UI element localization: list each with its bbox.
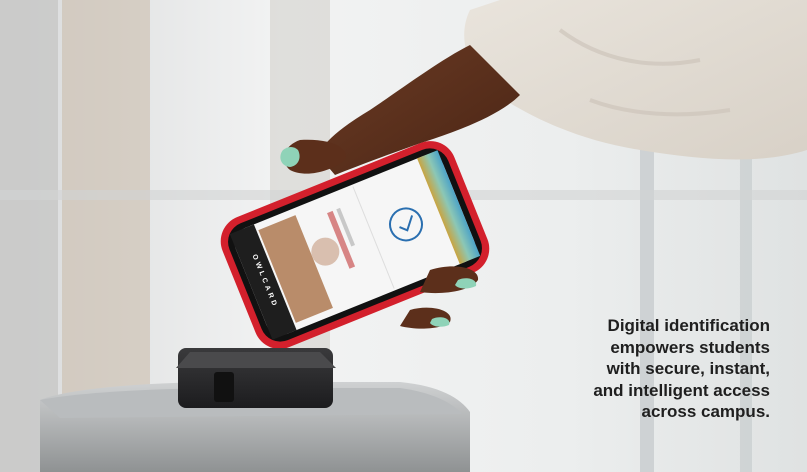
caption-line: with secure, instant, [606,359,770,378]
caption-line: Digital identification [607,316,770,335]
caption-line: and intelligent access [593,380,770,400]
caption-line: empowers students [610,337,770,357]
caption: Digital identification empowers students… [510,315,770,423]
card-reader-top [176,352,336,368]
photo-scene: OWLCARD Digital identification empowers … [0,0,807,472]
card-reader-slot [214,372,234,402]
caption-line: across campus. [641,402,770,421]
